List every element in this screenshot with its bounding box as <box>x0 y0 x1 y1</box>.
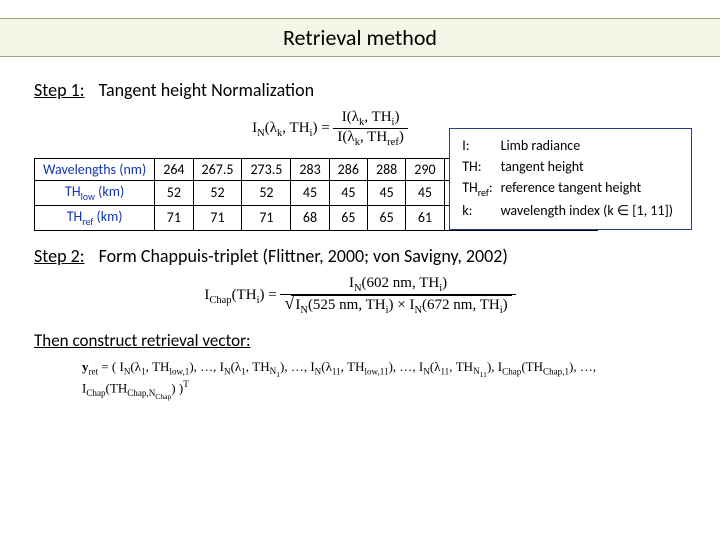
then-label: Then construct retrieval vector: <box>34 330 251 351</box>
step2-text: Form Chappuis-triplet (Flittner, 2000; v… <box>99 245 508 267</box>
step1-label: Step 1: <box>34 79 85 101</box>
step1-line: Step 1: Tangent height Normalization <box>34 79 686 101</box>
equation-2: IChap(THi) = IN(602 nm, THi) √IN(525 nm,… <box>34 275 686 316</box>
step2-line: Step 2: Form Chappuis-triplet (Flittner,… <box>34 245 686 267</box>
step1-text: Tangent height Normalization <box>99 79 314 101</box>
page-title: Retrieval method <box>0 18 720 57</box>
equation-yret: yret = ( IN(λ1, THlow,1), …, IN(λ1, THN1… <box>82 359 686 401</box>
row-header: Wavelengths (nm) <box>35 159 155 181</box>
row-header: THlow (km) <box>35 181 155 206</box>
step2-label: Step 2: <box>34 245 85 267</box>
content: Step 1: Tangent height Normalization IN(… <box>0 57 720 401</box>
legend-box: I:Limb radiance TH:tangent height THref:… <box>449 128 692 230</box>
then-line: Then construct retrieval vector: <box>34 330 686 351</box>
legend-table: I:Limb radiance TH:tangent height THref:… <box>460 135 681 223</box>
row-header: THref (km) <box>35 205 155 230</box>
